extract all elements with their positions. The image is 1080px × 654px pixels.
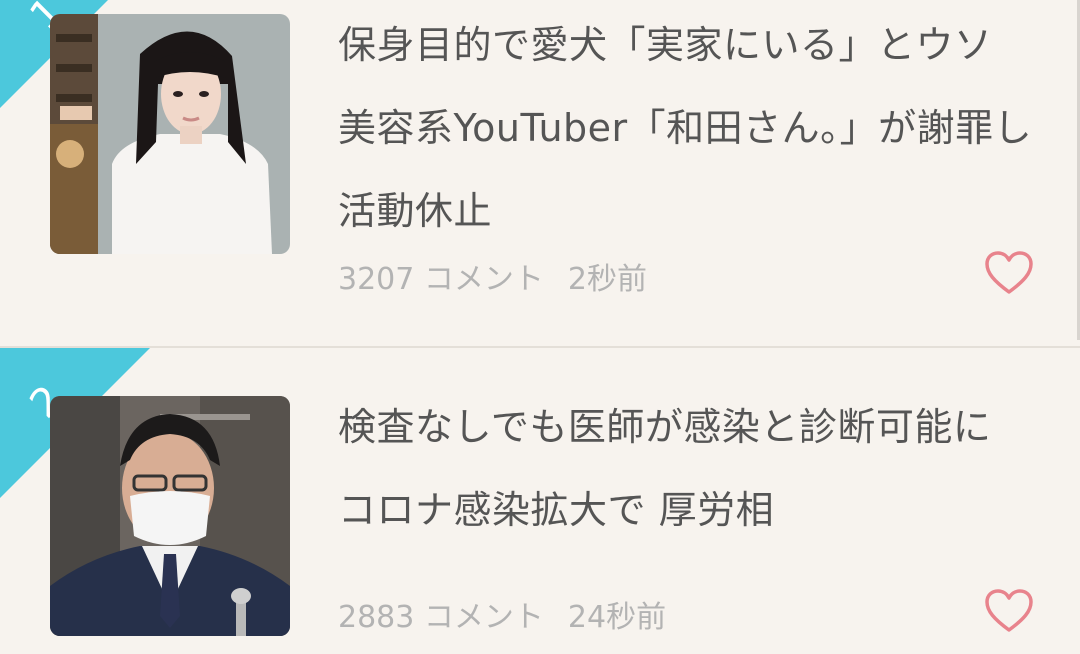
- heart-icon[interactable]: [984, 250, 1034, 296]
- article-item[interactable]: 2 検査なしでも医師が感染と診断可能に コロナ感染拡大で 厚労相 2883 コメ…: [0, 348, 1080, 654]
- woman-photo: [50, 14, 290, 254]
- post-time: 24秒前: [567, 600, 667, 635]
- post-time: 2秒前: [567, 262, 647, 297]
- article-meta: 3207 コメント 2秒前: [338, 254, 647, 298]
- article-thumbnail[interactable]: [50, 396, 290, 636]
- article-title[interactable]: 検査なしでも医師が感染と診断可能に コロナ感染拡大で 厚労相: [338, 386, 1038, 552]
- man-photo: [50, 396, 290, 636]
- comment-count: 3207 コメント: [338, 262, 544, 297]
- article-thumbnail[interactable]: [50, 14, 290, 254]
- article-title[interactable]: 保身目的で愛犬「実家にいる」とウソ 美容系YouTuber「和田さん。」が謝罪し…: [338, 4, 1038, 253]
- comment-count: 2883 コメント: [338, 600, 544, 635]
- ranking-list: 1 保身目的で愛犬「実家にいる」とウソ 美容系YouTuber「和田さん。」が謝…: [0, 0, 1080, 654]
- article-meta: 2883 コメント 24秒前: [338, 592, 666, 636]
- article-item[interactable]: 1 保身目的で愛犬「実家にいる」とウソ 美容系YouTuber「和田さん。」が謝…: [0, 0, 1080, 346]
- heart-icon[interactable]: [984, 588, 1034, 634]
